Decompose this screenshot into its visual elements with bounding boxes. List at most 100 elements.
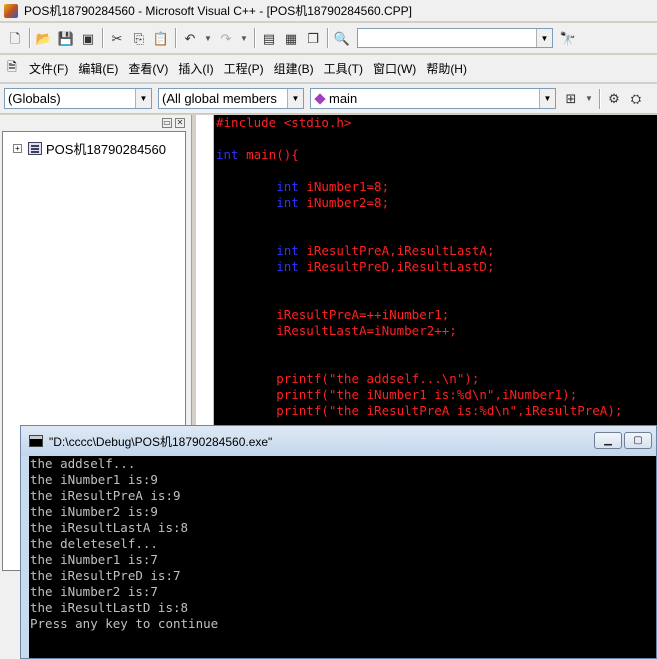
code-line[interactable]: int main(){: [216, 147, 622, 163]
code-line[interactable]: int iNumber2=8;: [216, 195, 622, 211]
code-line[interactable]: #include <stdio.h>: [216, 115, 622, 131]
workspace-icon[interactable]: ▤: [258, 27, 280, 49]
console-output[interactable]: the addself... the iNumber1 is:9 the iResu…: [29, 456, 656, 658]
code-line[interactable]: [216, 291, 622, 307]
undo-icon[interactable]: ↶: [179, 27, 201, 49]
save-all-icon[interactable]: ▣: [77, 27, 99, 49]
new-file-icon[interactable]: 🗋: [4, 27, 26, 49]
cut-icon[interactable]: ✂: [106, 27, 128, 49]
compile-icon[interactable]: ⚙: [603, 88, 625, 110]
find-in-files-icon[interactable]: 🔍: [331, 27, 353, 49]
toolbar-separator: [327, 28, 328, 48]
chevron-down-icon[interactable]: ▼: [536, 29, 552, 47]
chevron-down-icon[interactable]: ▼: [287, 89, 303, 108]
menu-insert[interactable]: 插入(I): [173, 60, 218, 77]
code-line[interactable]: [216, 355, 622, 371]
console-title: "D:\cccc\Debug\POS机18790284560.exe": [49, 434, 273, 449]
code-line[interactable]: [216, 163, 622, 179]
console-line: the iResultPreA is:9: [30, 488, 181, 503]
menu-project[interactable]: 工程(P): [219, 60, 269, 77]
close-icon[interactable]: ✕: [175, 118, 185, 128]
save-icon[interactable]: 💾: [55, 27, 77, 49]
menu-edit[interactable]: 编辑(E): [73, 60, 123, 77]
code-line[interactable]: iResultLastA=iNumber2++;: [216, 323, 622, 339]
code-line[interactable]: int iNumber1=8;: [216, 179, 622, 195]
window-list-icon[interactable]: ❐: [302, 27, 324, 49]
toolbar-separator: [102, 28, 103, 48]
find-icon[interactable]: 🔭: [557, 27, 579, 49]
code-token: printf("the iNumber1 is:%d\n",iNumber1);: [216, 387, 578, 402]
console-line: the iResultLastA is:8: [30, 520, 189, 535]
code-line[interactable]: printf("the iResultPreA is:%d\n",iResult…: [216, 403, 622, 419]
code-token: iResultPreA,iResultLastA;: [298, 243, 495, 258]
console-line: the iNumber2 is:9: [30, 504, 158, 519]
chevron-down-icon[interactable]: ▼: [135, 89, 151, 108]
menu-build[interactable]: 组建(B): [269, 60, 319, 77]
maximize-button[interactable]: ▢: [624, 432, 652, 449]
wizard-action-dropdown-icon[interactable]: ▼: [582, 88, 596, 110]
project-label: POS机18790284560: [46, 142, 166, 157]
code-line[interactable]: [216, 339, 622, 355]
console-line: Press any key to continue: [30, 616, 219, 631]
code-token: printf("the iResultPreA is:%d\n",iResult…: [216, 403, 623, 418]
code-token: printf("the addself...\n");: [216, 371, 480, 386]
console-line: the iResultPreD is:7: [30, 568, 181, 583]
toolbar-separator: [599, 88, 600, 109]
menu-bar: 🗎 文件(F) 编辑(E) 查看(V) 插入(I) 工程(P) 组建(B) 工具…: [0, 55, 657, 83]
code-line[interactable]: [216, 227, 622, 243]
function-combo[interactable]: main ▼: [310, 88, 556, 109]
scope-value: (Globals): [8, 91, 61, 106]
open-folder-icon[interactable]: 📂: [33, 27, 55, 49]
code-line[interactable]: int iResultPreA,iResultLastA;: [216, 243, 622, 259]
project-icon: [28, 142, 42, 155]
console-line: the addself...: [30, 456, 136, 471]
window-title: POS机18790284560 - Microsoft Visual C++ -…: [24, 4, 413, 18]
code-line[interactable]: [216, 275, 622, 291]
wizard-bar: (Globals) ▼ (All global members ▼ main ▼…: [0, 84, 657, 114]
code-line[interactable]: printf("the iNumber1 is:%d\n",iNumber1);: [216, 387, 622, 403]
tree-item-project[interactable]: + POS机18790284560: [13, 139, 166, 158]
members-combo[interactable]: (All global members ▼: [158, 88, 304, 109]
members-value: (All global members: [162, 91, 277, 106]
redo-dropdown-icon[interactable]: ▼: [237, 27, 251, 49]
scope-combo[interactable]: (Globals) ▼: [4, 88, 152, 109]
restore-icon[interactable]: ▭: [162, 118, 172, 128]
code-text[interactable]: #include <stdio.h> int main(){ int iNumbe…: [216, 115, 622, 419]
code-token: main(){: [238, 147, 299, 162]
copy-icon[interactable]: ⎘: [128, 27, 150, 49]
code-keyword: int: [276, 259, 299, 274]
menu-tools[interactable]: 工具(T): [319, 60, 368, 77]
document-icon[interactable]: 🗎: [4, 60, 20, 77]
console-line: the iNumber1 is:9: [30, 472, 158, 487]
expand-icon[interactable]: +: [13, 144, 22, 153]
undo-dropdown-icon[interactable]: ▼: [201, 27, 215, 49]
code-line[interactable]: int iResultPreD,iResultLastD;: [216, 259, 622, 275]
toolbar-separator: [175, 28, 176, 48]
menu-view[interactable]: 查看(V): [123, 60, 173, 77]
code-token: iResultLastA=iNumber2++;: [216, 323, 457, 338]
chevron-down-icon[interactable]: ▼: [539, 89, 555, 108]
menu-window[interactable]: 窗口(W): [368, 60, 421, 77]
find-combo[interactable]: ▼: [357, 28, 553, 48]
build-icon[interactable]: ⛭: [625, 88, 647, 110]
code-line[interactable]: printf("the addself...\n");: [216, 371, 622, 387]
console-text: the addself... the iNumber1 is:9 the iResu…: [30, 456, 218, 632]
code-line[interactable]: [216, 211, 622, 227]
redo-icon[interactable]: ↷: [215, 27, 237, 49]
menu-file[interactable]: 文件(F): [24, 60, 73, 77]
console-title-bar[interactable]: "D:\cccc\Debug\POS机18790284560.exe" ▁ ▢: [21, 426, 656, 456]
toolbar-separator: [254, 28, 255, 48]
code-keyword: int: [276, 179, 299, 194]
code-line[interactable]: iResultPreA=++iNumber1;: [216, 307, 622, 323]
visual-cpp-icon: [4, 3, 18, 18]
code-line[interactable]: [216, 131, 622, 147]
console-line: the iNumber1 is:7: [30, 552, 158, 567]
paste-icon[interactable]: 📋: [150, 27, 172, 49]
wizard-action-icon[interactable]: ⊞: [560, 88, 582, 110]
minimize-button[interactable]: ▁: [594, 432, 622, 449]
menu-help[interactable]: 帮助(H): [421, 60, 472, 77]
output-icon[interactable]: ▦: [280, 27, 302, 49]
title-bar: POS机18790284560 - Microsoft Visual C++ -…: [0, 0, 657, 22]
function-value: main: [329, 91, 358, 106]
